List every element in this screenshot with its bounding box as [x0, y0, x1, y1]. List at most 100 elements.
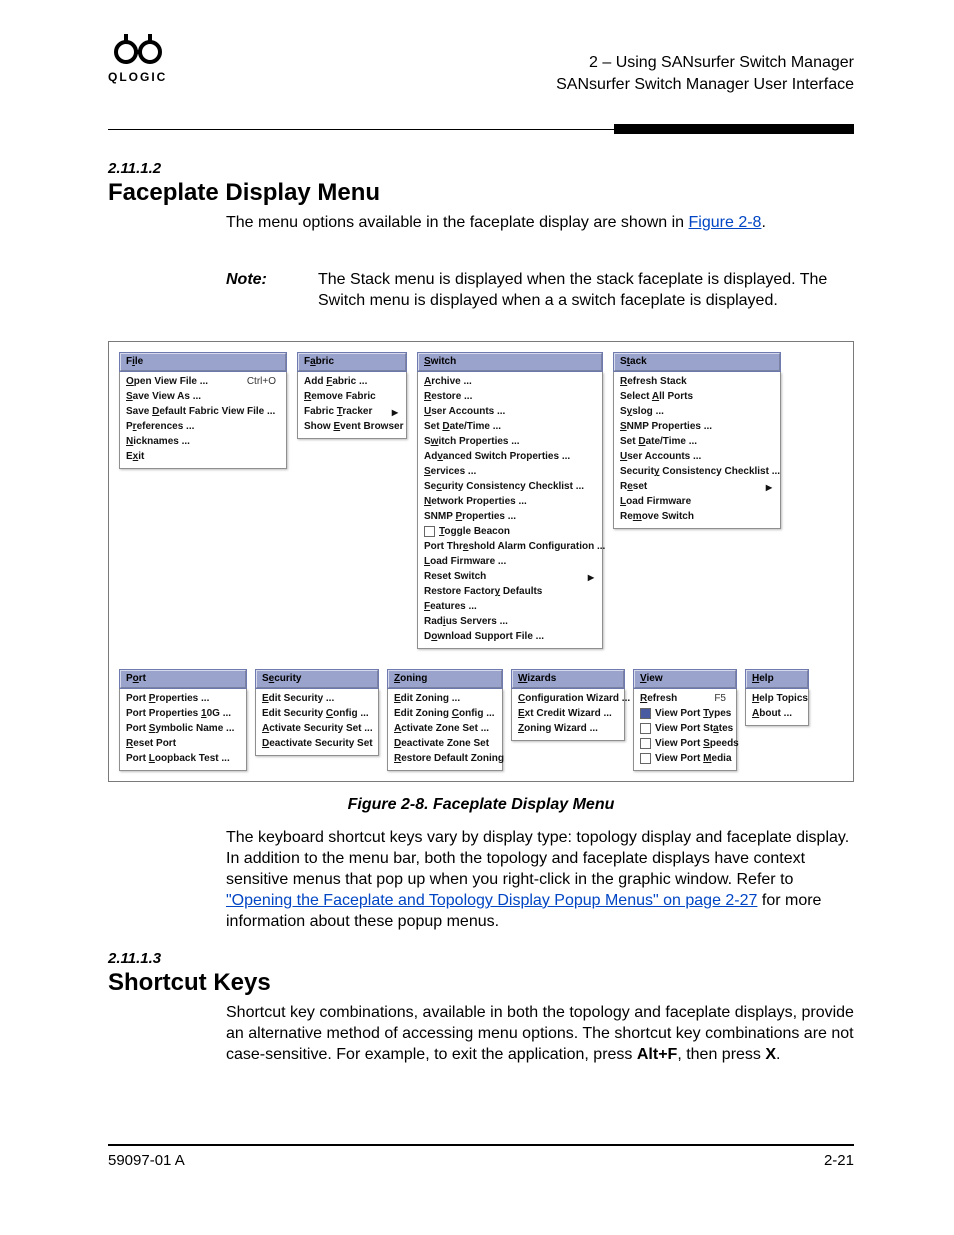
- menu-item[interactable]: Restore Default Zoning: [392, 751, 498, 766]
- menu-item[interactable]: Edit Zoning Config ...: [392, 706, 498, 721]
- menu-item[interactable]: Help Topics: [750, 691, 804, 706]
- menu-item[interactable]: Network Properties ...: [422, 494, 598, 509]
- menu-item[interactable]: Zoning Wizard ...: [516, 721, 620, 736]
- menu-item[interactable]: Save Default Fabric View File ...: [124, 404, 282, 419]
- menu-item[interactable]: Exit: [124, 449, 282, 464]
- menu-item[interactable]: SNMP Properties ...: [422, 509, 598, 524]
- popup-menus-link[interactable]: "Opening the Faceplate and Topology Disp…: [226, 892, 757, 909]
- menu-item[interactable]: Fabric Tracker▶: [302, 404, 402, 419]
- submenu-arrow-icon: ▶: [588, 573, 594, 582]
- running-header-line2: SANsurfer Switch Manager User Interface: [556, 74, 854, 96]
- menu-item[interactable]: Remove Switch: [618, 509, 776, 524]
- menu-header[interactable]: Wizards: [511, 669, 625, 689]
- menu-item[interactable]: Restore Factory Defaults: [422, 584, 598, 599]
- menu-item-label: SNMP Properties ...: [424, 511, 516, 522]
- figure-caption: Figure 2-8. Faceplate Display Menu: [108, 796, 854, 814]
- menu-item[interactable]: Edit Security ...: [260, 691, 374, 706]
- menu-item[interactable]: Reset▶: [618, 479, 776, 494]
- menu-item-label: Radius Servers ...: [424, 616, 508, 627]
- menu-item[interactable]: Edit Security Config ...: [260, 706, 374, 721]
- menu-item[interactable]: Load Firmware ...: [422, 554, 598, 569]
- menu-header[interactable]: Switch: [417, 352, 603, 372]
- menu-item-label: Help Topics: [752, 693, 808, 704]
- menu-item[interactable]: Configuration Wizard ...: [516, 691, 620, 706]
- checkbox-icon: [640, 723, 651, 734]
- menu: Port Port Properties ...Port Properties 1…: [119, 669, 247, 771]
- menu-item[interactable]: Port Threshold Alarm Configuration ...: [422, 539, 598, 554]
- menu-item-label: Set Date/Time ...: [424, 421, 501, 432]
- menu-item[interactable]: Security Consistency Checklist ...: [618, 464, 776, 479]
- menu-item[interactable]: Set Date/Time ...: [618, 434, 776, 449]
- menu-item[interactable]: View Port Speeds: [638, 736, 732, 751]
- menu-item[interactable]: Activate Security Set ...: [260, 721, 374, 736]
- menu-item[interactable]: Deactivate Security Set: [260, 736, 374, 751]
- menu-item[interactable]: Preferences ...: [124, 419, 282, 434]
- checkbox-icon: [640, 753, 651, 764]
- menu-item[interactable]: Switch Properties ...: [422, 434, 598, 449]
- menu-body: Archive ...Restore ...User Accounts ... S…: [417, 372, 603, 649]
- menu-item[interactable]: Advanced Switch Properties ...: [422, 449, 598, 464]
- menu-item[interactable]: Save View As ...: [124, 389, 282, 404]
- menu-header[interactable]: Stack: [613, 352, 781, 372]
- menu-header[interactable]: Security: [255, 669, 379, 689]
- menu-item[interactable]: Edit Zoning ...: [392, 691, 498, 706]
- menu: Security Edit Security ... Edit Security C…: [255, 669, 379, 756]
- menu-item[interactable]: Features ...: [422, 599, 598, 614]
- menu-item-label: About ...: [752, 708, 792, 719]
- menu-item[interactable]: Toggle Beacon: [422, 524, 598, 539]
- menu-item-label: Edit Zoning ...: [394, 693, 460, 704]
- menu-item[interactable]: View Port Media: [638, 751, 732, 766]
- menu-item[interactable]: Activate Zone Set ...: [392, 721, 498, 736]
- menu-item[interactable]: Security Consistency Checklist ...: [422, 479, 598, 494]
- menu-item[interactable]: Archive ...: [422, 374, 598, 389]
- menu-header[interactable]: View: [633, 669, 737, 689]
- menu-item-label: Services ...: [424, 466, 476, 477]
- menu-item[interactable]: About ...: [750, 706, 804, 721]
- menu-item[interactable]: RefreshF5: [638, 691, 732, 706]
- menu-item[interactable]: Nicknames ...: [124, 434, 282, 449]
- menu-item[interactable]: Remove Fabric: [302, 389, 402, 404]
- menu-item-label: View Port Speeds: [655, 738, 739, 749]
- menu-item[interactable]: Reset Port: [124, 736, 242, 751]
- menu-header[interactable]: Zoning: [387, 669, 503, 689]
- figure-link[interactable]: Figure 2-8: [689, 214, 762, 231]
- menu-item[interactable]: Add Fabric ...: [302, 374, 402, 389]
- menu-item[interactable]: Reset Switch▶: [422, 569, 598, 584]
- menu-item[interactable]: View Port Types: [638, 706, 732, 721]
- menu-item[interactable]: Syslog ...: [618, 404, 776, 419]
- menu-header[interactable]: Fabric: [297, 352, 407, 372]
- menu-header[interactable]: Help: [745, 669, 809, 689]
- menu-item[interactable]: Load Firmware: [618, 494, 776, 509]
- menu-header[interactable]: Port: [119, 669, 247, 689]
- menu-item[interactable]: Ext Credit Wizard ...: [516, 706, 620, 721]
- menu-item-label: Add Fabric ...: [304, 376, 367, 387]
- menu-item[interactable]: Port Properties ...: [124, 691, 242, 706]
- menu-item[interactable]: Port Symbolic Name ...: [124, 721, 242, 736]
- menu-item[interactable]: Deactivate Zone Set: [392, 736, 498, 751]
- menu-item-label: Security Consistency Checklist ...: [424, 481, 584, 492]
- menu-item[interactable]: Port Loopback Test ...: [124, 751, 242, 766]
- menu-item[interactable]: SNMP Properties ...: [618, 419, 776, 434]
- note-label: Note:: [226, 270, 318, 312]
- menu-item[interactable]: Port Properties 10G ...: [124, 706, 242, 721]
- running-header-line1: 2 – Using SANsurfer Switch Manager: [556, 52, 854, 74]
- menu-item[interactable]: Radius Servers ...: [422, 614, 598, 629]
- menu-item[interactable]: Open View File ...Ctrl+O: [124, 374, 282, 389]
- menu-item[interactable]: User Accounts ...: [422, 404, 598, 419]
- menu-item-label: Edit Security Config ...: [262, 708, 369, 719]
- menu-item[interactable]: Download Support File ...: [422, 629, 598, 644]
- menu-item[interactable]: Select All Ports: [618, 389, 776, 404]
- menu-item[interactable]: Show Event Browser: [302, 419, 402, 434]
- menu-item[interactable]: Refresh Stack: [618, 374, 776, 389]
- menu-header[interactable]: File: [119, 352, 287, 372]
- section-title-2: Shortcut Keys: [108, 969, 854, 997]
- menu-body: RefreshF5View Port TypesView Port States…: [633, 689, 737, 771]
- menu-item[interactable]: Services ...: [422, 464, 598, 479]
- section-title-1: Faceplate Display Menu: [108, 179, 854, 207]
- menu-item[interactable]: Restore ...: [422, 389, 598, 404]
- menu-item-label: Restore Default Zoning: [394, 753, 504, 764]
- menu-item[interactable]: View Port States: [638, 721, 732, 736]
- menu-item[interactable]: Set Date/Time ...: [422, 419, 598, 434]
- menu-item[interactable]: User Accounts ...: [618, 449, 776, 464]
- menu-item-label: Download Support File ...: [424, 631, 544, 642]
